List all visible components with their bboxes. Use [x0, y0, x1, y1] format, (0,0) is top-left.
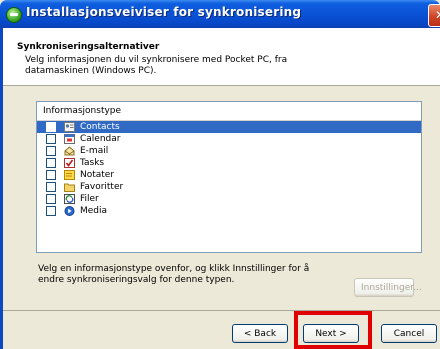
list-item-favoritter[interactable]: Favoritter: [37, 181, 421, 193]
info-type-rows: Contacts Calendar E-mail Tasks Notater F…: [37, 121, 421, 217]
settings-button[interactable]: Innstillinger...: [354, 278, 422, 297]
checkbox[interactable]: [46, 146, 56, 156]
wizard-window: Installasjonsveiviser for synkronisering…: [0, 0, 440, 349]
checkbox[interactable]: [46, 206, 56, 216]
cancel-button[interactable]: Cancel: [381, 324, 437, 343]
checkbox[interactable]: [46, 194, 56, 204]
window-title: Installasjonsveiviser for synkronisering: [26, 5, 302, 19]
close-button[interactable]: ✕: [428, 4, 440, 27]
close-icon: ✕: [435, 8, 440, 22]
list-item-label: Media: [80, 206, 108, 216]
list-item-label: Favoritter: [80, 182, 124, 192]
list-item-media[interactable]: Media: [37, 205, 421, 217]
list-item-email[interactable]: E-mail: [37, 145, 421, 157]
favorites-folder-icon: [64, 181, 75, 192]
list-item-contacts[interactable]: Contacts: [37, 121, 421, 133]
email-icon: [64, 145, 75, 156]
list-item-label: E-mail: [80, 146, 109, 156]
instructions-text: Velg en informasjonstype ovenfor, og kli…: [38, 264, 310, 285]
list-item-calendar[interactable]: Calendar: [37, 133, 421, 145]
footer-divider: [3, 310, 440, 311]
calendar-icon: [64, 133, 75, 144]
list-item-tasks[interactable]: Tasks: [37, 157, 421, 169]
checkbox[interactable]: [46, 122, 56, 132]
title-bar[interactable]: Installasjonsveiviser for synkronisering…: [0, 0, 440, 28]
information-type-list: Informasjonstype Contacts Calendar E-mai…: [36, 101, 422, 253]
list-item-filer[interactable]: Filer: [37, 193, 421, 205]
tasks-icon: [64, 157, 75, 168]
wizard-header: Synkroniseringsalternativer Velg informa…: [3, 28, 440, 86]
list-item-label: Filer: [80, 194, 99, 204]
files-icon: [64, 193, 75, 204]
checkbox[interactable]: [46, 182, 56, 192]
notes-icon: [64, 169, 75, 180]
checkbox[interactable]: [46, 170, 56, 180]
back-button[interactable]: < Back: [232, 324, 288, 343]
list-item-label: Notater: [80, 170, 115, 180]
header-title: Synkroniseringsalternativer: [17, 42, 160, 52]
list-item-label: Contacts: [80, 122, 120, 132]
media-icon: [64, 205, 75, 216]
next-button[interactable]: Next >: [303, 324, 359, 343]
checkbox[interactable]: [46, 158, 56, 168]
contacts-icon: [64, 121, 75, 132]
checkbox[interactable]: [46, 134, 56, 144]
sync-app-icon: [6, 7, 22, 23]
list-item-label: Calendar: [80, 134, 121, 144]
column-header[interactable]: Informasjonstype: [37, 102, 421, 121]
list-item-label: Tasks: [80, 158, 105, 168]
header-description: Velg informasjonen du vil synkronisere m…: [25, 55, 288, 76]
list-item-notater[interactable]: Notater: [37, 169, 421, 181]
